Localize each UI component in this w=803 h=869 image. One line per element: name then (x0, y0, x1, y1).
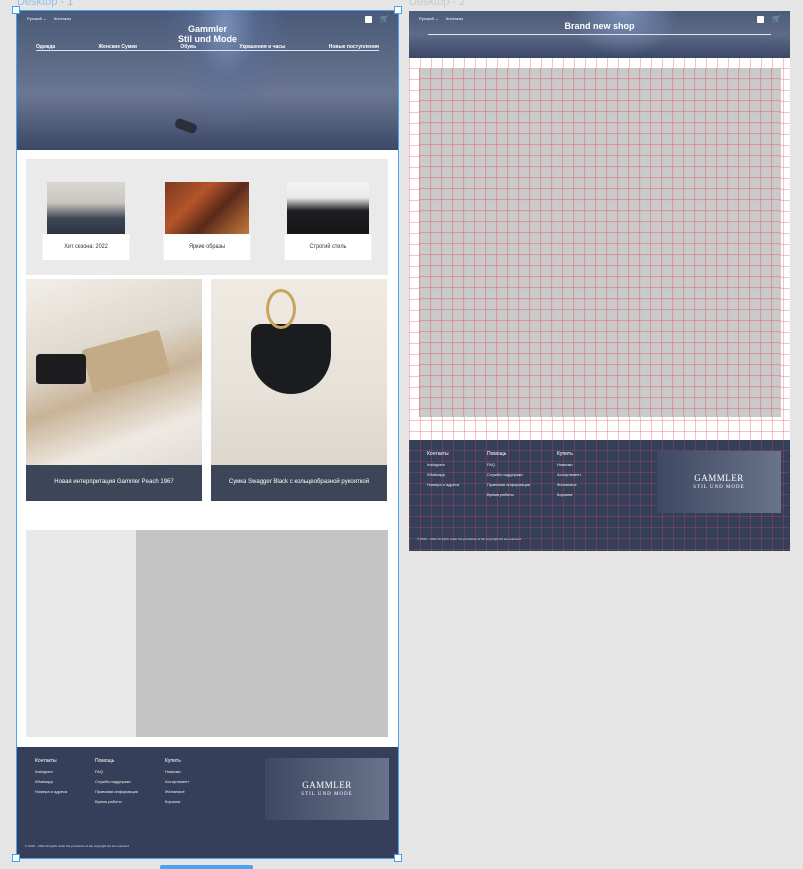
footer-link-faq[interactable]: FAQ (95, 770, 138, 774)
footer-link-faq[interactable]: FAQ (487, 463, 530, 467)
footer-heading: Контакты (427, 451, 449, 457)
footer-heading: Помощь (487, 451, 507, 457)
footer-link-legal[interactable]: Правовая информация (95, 790, 138, 794)
footer-heading: Купить (165, 758, 181, 764)
footer-link-addresses[interactable]: Номера и адреса (35, 790, 67, 794)
footer-link-whatsapp[interactable]: Whatsapp (427, 473, 459, 477)
footer-link-whatsapp[interactable]: Whatsapp (35, 780, 67, 784)
category-cards: Хит сезона: 2022 Яркие образы Строгий ст… (26, 159, 388, 275)
logo-text: GAMMLER (694, 473, 744, 483)
card-image (165, 182, 249, 234)
logo-tagline: STIL UND MODE (301, 792, 353, 797)
footer-contacts: Контакты Instagram Whatsapp Номера и адр… (427, 452, 459, 493)
hero-banner: Русский ⌄ Контакты 🛒 Brand new shop (409, 11, 790, 58)
brand-subtitle: Stil und Mode (178, 34, 237, 44)
card-image (287, 182, 369, 234)
footer-link-addresses[interactable]: Номера и адреса (427, 483, 459, 487)
footer-link-support[interactable]: Служба поддержки (95, 780, 138, 784)
contacts-link[interactable]: Контакты (54, 16, 71, 21)
footer-buy: Купить Новинки Ассортимент Желаемое Корз… (165, 759, 189, 810)
site-footer: Контакты Instagram Whatsapp Номера и адр… (17, 747, 398, 858)
footer-link-wishlist[interactable]: Желаемое (557, 483, 581, 487)
footer-link-assortment[interactable]: Ассортимент (557, 473, 581, 477)
category-card[interactable]: Строгий стиль (277, 182, 379, 260)
logo-text: GAMMLER (302, 780, 352, 790)
card-label: Строгий стиль (284, 234, 372, 260)
footer-heading: Купить (557, 451, 573, 457)
footer-contacts: Контакты Instagram Whatsapp Номера и адр… (35, 759, 67, 800)
footer-link-instagram[interactable]: Instagram (35, 770, 67, 774)
copyright-text: © 2018 – 2022 All rights under the provi… (417, 537, 521, 541)
site-footer: Контакты Instagram Whatsapp Номера и адр… (409, 440, 790, 551)
footer-link-assortment[interactable]: Ассортимент (165, 780, 189, 784)
frame-label-desktop-2[interactable]: Desktop - 2 (409, 0, 465, 8)
copyright-text: © 2018 – 2022 All rights under the provi… (25, 844, 129, 848)
product-card[interactable]: Сумка Swagger Black с кольцеобразной рук… (211, 279, 387, 501)
footer-help: Помощь FAQ Служба поддержки Правовая инф… (487, 452, 530, 503)
footer-heading: Помощь (95, 758, 115, 764)
sunglasses-image (36, 354, 86, 384)
artboard-desktop-1[interactable]: Русский ⌄ Контакты 🛒 Gammler Stil und Mo… (17, 11, 398, 858)
footer-link-wishlist[interactable]: Желаемое (165, 790, 189, 794)
artboard-desktop-2[interactable]: Русский ⌄ Контакты 🛒 Brand new shop Конт… (409, 11, 790, 551)
footer-link-new[interactable]: Новинки (557, 463, 581, 467)
footer-link-new[interactable]: Новинки (165, 770, 189, 774)
resize-handle-top-left[interactable] (12, 6, 20, 14)
footer-link-instagram[interactable]: Instagram (427, 463, 459, 467)
footer-link-hours[interactable]: Время работы (95, 800, 138, 804)
footer-logo[interactable]: GAMMLER STIL UND MODE (265, 758, 389, 820)
brand-title: Brand new shop (564, 21, 635, 31)
account-icon[interactable] (365, 16, 372, 23)
footer-buy: Купить Новинки Ассортимент Желаемое Корз… (557, 452, 581, 503)
category-card[interactable]: Яркие образы (156, 182, 258, 260)
logo-tagline: STIL UND MODE (693, 485, 745, 490)
product-caption: Сумка Swagger Black с кольцеобразной рук… (211, 465, 387, 501)
card-label: Хит сезона: 2022 (42, 234, 130, 260)
nav-divider (428, 34, 771, 35)
footer-logo[interactable]: GAMMLER STIL UND MODE (657, 451, 781, 513)
category-card[interactable]: Хит сезона: 2022 (35, 182, 137, 260)
frame-label-desktop-1[interactable]: Desktop - 1 (17, 0, 73, 8)
card-label: Яркие образы (163, 234, 251, 260)
top-bar: Русский ⌄ Контакты 🛒 (17, 11, 398, 25)
bag-ring-handle (266, 289, 296, 329)
cart-icon[interactable]: 🛒 (380, 16, 389, 23)
resize-handle-bottom-right[interactable] (394, 854, 402, 862)
card-image (47, 182, 125, 234)
product-caption: Новая интерпритация Gamnler Peach 1967 (26, 465, 202, 501)
footer-link-legal[interactable]: Правовая информация (487, 483, 530, 487)
footer-heading: Контакты (35, 758, 57, 764)
hero-banner: Русский ⌄ Контакты 🛒 Gammler Stil und Mo… (17, 11, 398, 150)
content-placeholder (419, 68, 781, 417)
footer-link-cart[interactable]: Корзина (165, 800, 189, 804)
size-indicator (160, 865, 253, 869)
footer-link-support[interactable]: Служба поддержки (487, 473, 530, 477)
footer-link-hours[interactable]: Время работы (487, 493, 530, 497)
brand-title: Gammler (187, 24, 228, 34)
footer-help: Помощь FAQ Служба поддержки Правовая инф… (95, 759, 138, 810)
placeholder-side (26, 530, 136, 737)
footer-link-cart[interactable]: Корзина (557, 493, 581, 497)
resize-handle-top-right[interactable] (394, 6, 402, 14)
language-selector[interactable]: Русский ⌄ (27, 16, 46, 21)
product-card[interactable]: Новая интерпритация Gamnler Peach 1967 (26, 279, 202, 501)
nav-divider (36, 50, 379, 51)
resize-handle-bottom-left[interactable] (12, 854, 20, 862)
